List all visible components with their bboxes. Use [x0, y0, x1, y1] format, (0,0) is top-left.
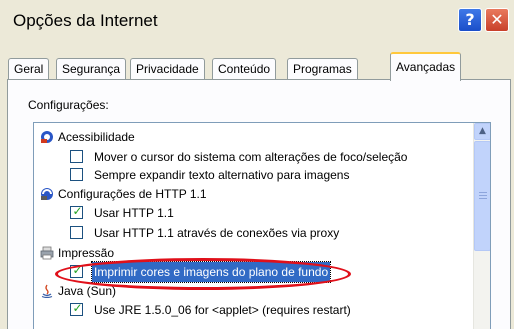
tab-programas[interactable]: Programas	[287, 58, 358, 81]
close-icon: ✕	[490, 10, 504, 29]
tab-geral[interactable]: Geral	[8, 58, 50, 81]
category-label: Configurações de HTTP 1.1	[58, 187, 207, 201]
java-icon	[41, 284, 53, 298]
category-acessibilidade: Acessibilidade	[34, 127, 474, 147]
checkmark-icon: ✓	[72, 204, 83, 218]
chevron-up-icon: ▲	[479, 126, 486, 136]
tab-avancadas[interactable]: Avançadas	[390, 52, 462, 81]
settings-label: Configurações:	[28, 98, 109, 112]
checkbox-move-cursor[interactable]	[70, 150, 83, 163]
tab-strip: Geral Segurança Privacidade Conteúdo Pro…	[0, 52, 514, 81]
scroll-up-button[interactable]: ▲	[474, 123, 490, 140]
category-label: Acessibilidade	[58, 130, 135, 144]
grip-line	[479, 195, 487, 196]
scroll-thumb[interactable]	[474, 141, 490, 251]
tab-privacidade[interactable]: Privacidade	[130, 58, 205, 81]
checkbox-http11-proxy[interactable]	[70, 226, 83, 239]
setting-label: Sempre expandir texto alternativo para i…	[94, 168, 350, 182]
setting-label: Mover o cursor do sistema com alterações…	[94, 150, 408, 164]
tab-seguranca[interactable]: Segurança	[56, 58, 127, 81]
printer-icon	[40, 246, 54, 260]
vertical-scrollbar[interactable]: ▲	[473, 123, 490, 329]
setting-http11-proxy[interactable]: Usar HTTP 1.1 através de conexões via pr…	[34, 223, 474, 243]
setting-label: Usar HTTP 1.1	[94, 206, 174, 220]
setting-label: Usar HTTP 1.1 através de conexões via pr…	[94, 226, 340, 240]
http-settings-icon	[41, 188, 53, 200]
tab-conteudo[interactable]: Conteúdo	[212, 58, 277, 81]
category-http: Configurações de HTTP 1.1	[34, 184, 474, 204]
checkmark-icon: ✓	[72, 301, 83, 315]
window-title: Opções da Internet	[13, 11, 158, 30]
checkbox-use-http11[interactable]: ✓	[70, 204, 83, 219]
accessibility-icon	[41, 131, 53, 143]
help-button[interactable]: ?	[458, 8, 482, 32]
grip-line	[479, 198, 487, 199]
settings-list[interactable]: Acessibilidade Mover o cursor do sistema…	[33, 122, 491, 329]
setting-expand-alt-text[interactable]: Sempre expandir texto alternativo para i…	[34, 165, 474, 185]
category-label: Impressão	[58, 246, 115, 260]
grip-line	[479, 192, 487, 193]
setting-use-http11[interactable]: ✓ Usar HTTP 1.1	[34, 203, 474, 223]
red-annotation-ellipse	[55, 258, 351, 290]
internet-options-dialog: Opções da Internet ? ✕ Geral Segurança P…	[0, 0, 514, 329]
help-icon: ?	[465, 10, 475, 29]
setting-move-cursor[interactable]: Mover o cursor do sistema com alterações…	[34, 147, 474, 167]
close-button[interactable]: ✕	[485, 8, 509, 32]
checkbox-expand-alt-text[interactable]	[70, 168, 83, 181]
setting-use-jre[interactable]: ✓ Use JRE 1.5.0_06 for <applet> (require…	[34, 300, 474, 320]
setting-label: Use JRE 1.5.0_06 for <applet> (requires …	[94, 303, 351, 317]
checkbox-use-jre[interactable]: ✓	[70, 301, 83, 316]
title-bar: Opções da Internet ? ✕	[0, 0, 514, 41]
